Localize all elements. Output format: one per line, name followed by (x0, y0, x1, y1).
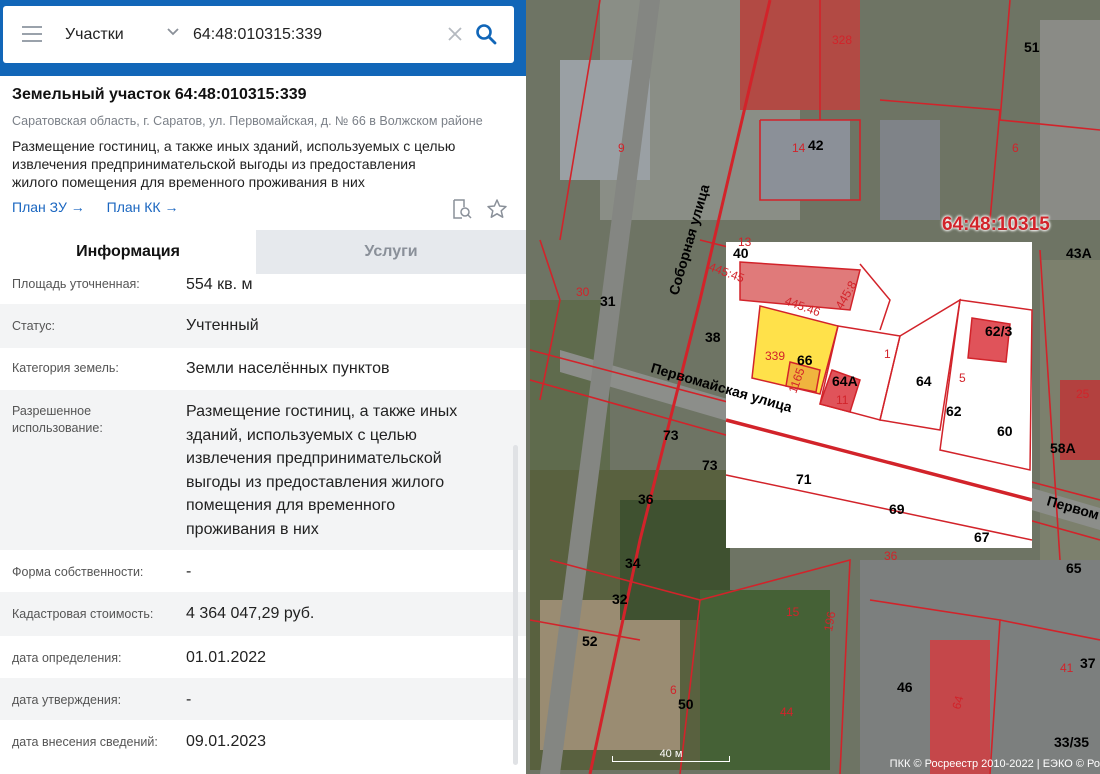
house-number-label: 62 (946, 403, 962, 419)
cadastral-number-label: 41 (1060, 661, 1074, 675)
map-copyright: ПКК © Росреестр 2010-2022 | ЕЭКО © Ро (889, 758, 1100, 770)
info-panel: Участки 64:48:010315:339 ‹ Земельный уча… (0, 0, 526, 774)
house-number-label: 33/35 (1054, 734, 1089, 750)
tab-services[interactable]: Услуги (256, 230, 526, 274)
house-number-label: 51 (1024, 39, 1040, 55)
info-row-approval-date: дата утверждения: - (0, 678, 526, 720)
row-key: Категория земель: (12, 361, 119, 375)
row-value: Земли населённых пунктов (186, 360, 390, 377)
info-row-status: Статус: Учтенный (0, 304, 526, 348)
cadastral-number-label: 15 (786, 605, 800, 619)
plan-links: План ЗУ → План КК → (12, 199, 196, 215)
house-number-label: 46 (897, 679, 913, 695)
plan-zu-link[interactable]: План ЗУ → (12, 199, 85, 215)
house-number-label: 60 (997, 423, 1013, 439)
row-value: 09.01.2023 (186, 733, 267, 750)
action-icons (450, 198, 508, 225)
house-number-label: 34 (625, 555, 641, 571)
row-key: Площадь уточненная: (12, 277, 140, 291)
scrollbar[interactable] (513, 445, 518, 765)
purpose-line: Размещение гостиниц, а также иных зданий… (12, 138, 456, 154)
star-icon[interactable] (486, 198, 508, 220)
row-value: 01.01.2022 (186, 649, 267, 666)
house-number-label: 64 (916, 373, 932, 389)
house-number-label: 71 (796, 471, 812, 487)
row-key: Статус: (12, 319, 55, 333)
plan-kk-link[interactable]: План КК → (107, 199, 179, 215)
house-number-label: 73 (663, 427, 679, 443)
row-key: дата определения: (12, 651, 122, 665)
row-value: - (186, 563, 192, 580)
tabs: Информация Услуги (0, 230, 526, 274)
info-row-ownership: Форма собственности: - (0, 550, 526, 592)
row-value: Учтенный (186, 317, 259, 334)
search-type-select[interactable]: Участки (65, 6, 124, 63)
house-number-label: 69 (889, 501, 905, 517)
house-number-label: 52 (582, 633, 598, 649)
cadastral-number-label: 11 (836, 393, 849, 407)
search-input[interactable]: 64:48:010315:339 (193, 6, 322, 63)
close-icon[interactable] (446, 25, 464, 43)
menu-icon[interactable] (22, 26, 42, 42)
house-number-label: 67 (974, 529, 990, 545)
house-number-label: 38 (705, 329, 721, 345)
tab-information[interactable]: Информация (0, 230, 256, 274)
search-icon[interactable] (475, 23, 497, 45)
search-header: Участки 64:48:010315:339 ‹ (0, 0, 526, 76)
row-key: дата внесения сведений: (12, 735, 158, 749)
house-number-label: 73 (702, 457, 718, 473)
house-number-label: 32 (612, 591, 628, 607)
info-row-permitted-use: Разрешенное использование: Размещение го… (0, 390, 526, 550)
cadastral-quarter-label: 64:48:10315 (942, 214, 1050, 235)
info-row-area: Площадь уточненная: 554 кв. м (0, 274, 526, 304)
info-row-category: Категория земель: Земли населённых пункт… (0, 348, 526, 390)
row-value: Размещение гостиниц, а также иных зданий… (186, 403, 458, 538)
object-title: Земельный участок 64:48:010315:339 (12, 86, 307, 103)
cadastral-number-label: 13 (738, 235, 752, 249)
row-value: 554 кв. м (186, 276, 253, 293)
row-value: - (186, 691, 192, 708)
object-address: Саратовская область, г. Саратов, ул. Пер… (12, 114, 483, 128)
cadastral-number-label: 5 (959, 371, 966, 385)
cadastral-number-label: 30 (576, 285, 590, 299)
search-box: Участки 64:48:010315:339 (3, 6, 514, 63)
house-number-label: 37 (1080, 655, 1096, 671)
info-row-entry-date: дата внесения сведений: 09.01.2023 (0, 720, 526, 764)
cadastral-number-label: 1 (884, 347, 891, 361)
row-key: дата утверждения: (12, 693, 122, 707)
cadastral-number-label: 6 (670, 683, 677, 697)
house-number-label: 36 (638, 491, 654, 507)
object-purpose: Размещение гостиниц, а также иных зданий… (12, 137, 512, 191)
house-number-label: 42 (808, 137, 824, 153)
cadastral-number-label: 328 (832, 33, 852, 47)
house-number-label: 65 (1066, 560, 1082, 576)
scale-bar: 40 м (612, 748, 730, 762)
house-number-label: 50 (678, 696, 694, 712)
cadastral-number-label: 9 (618, 141, 625, 155)
cadastral-number-label: 6 (1012, 141, 1019, 155)
info-row-determination-date: дата определения: 01.01.2022 (0, 636, 526, 678)
house-number-label: 66 (797, 352, 813, 368)
house-number-label: 62/3 (985, 323, 1012, 339)
cadastral-number-label: 36 (884, 549, 898, 563)
house-number-label: 31 (600, 293, 616, 309)
row-key: Форма собственности: (12, 565, 144, 579)
cadastral-number-label: 44 (780, 705, 794, 719)
chevron-down-icon[interactable] (166, 25, 180, 39)
house-number-label: 58А (1050, 440, 1076, 456)
row-value: 4 364 047,29 руб. (186, 605, 315, 622)
house-number-label: 64А (832, 373, 858, 389)
document-search-icon[interactable] (450, 198, 472, 220)
cadastral-number-label: 339 (765, 349, 785, 363)
cadastral-number-label: 14 (792, 141, 806, 155)
info-row-cadastral-value: Кадастровая стоимость: 4 364 047,29 руб. (0, 592, 526, 636)
house-number-label: 43А (1066, 245, 1092, 261)
purpose-line: извлечения предпринимательской выгоды из… (12, 156, 416, 172)
purpose-line: жилого помещения для временного проживан… (12, 174, 365, 190)
row-key: Разрешенное использование: (12, 404, 103, 435)
row-key: Кадастровая стоимость: (12, 607, 154, 621)
cadastral-number-label: 25 (1076, 387, 1090, 401)
